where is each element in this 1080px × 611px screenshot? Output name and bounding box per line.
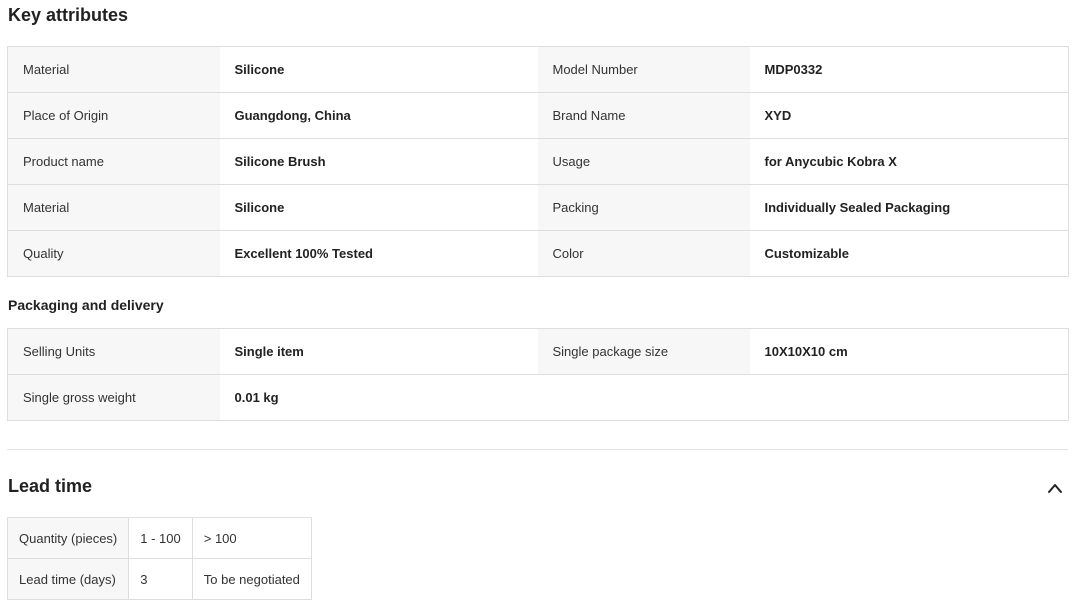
attribute-value: XYD bbox=[749, 92, 1069, 139]
table-row: Lead time (days) 3 To be negotiated bbox=[6, 558, 312, 600]
lead-days-label: Lead time (days) bbox=[6, 558, 130, 600]
quantity-label: Quantity (pieces) bbox=[6, 517, 130, 559]
attribute-value: for Anycubic Kobra X bbox=[749, 138, 1069, 185]
section-divider bbox=[7, 449, 1068, 450]
attribute-key: Place of Origin bbox=[7, 92, 220, 139]
packaging-delivery-title: Packaging and delivery bbox=[8, 297, 164, 313]
attribute-key: Quality bbox=[7, 230, 220, 277]
attribute-key: Selling Units bbox=[7, 328, 220, 375]
attribute-key: Single package size bbox=[537, 328, 750, 375]
attribute-key: Material bbox=[7, 184, 220, 231]
table-row: Quality Excellent 100% Tested Color Cust… bbox=[7, 230, 1069, 277]
attribute-value: Silicone bbox=[219, 46, 538, 93]
quantity-value: > 100 bbox=[191, 517, 312, 559]
attribute-value: Guangdong, China bbox=[219, 92, 538, 139]
chevron-up-icon[interactable] bbox=[1046, 481, 1064, 495]
empty-cell bbox=[749, 374, 1069, 421]
lead-time-title: Lead time bbox=[8, 476, 93, 496]
table-row: Material Silicone Model Number MDP0332 bbox=[7, 46, 1069, 93]
key-attributes-table: Material Silicone Model Number MDP0332 P… bbox=[7, 46, 1069, 277]
attribute-value: Customizable bbox=[749, 230, 1069, 277]
table-row: Material Silicone Packing Individually S… bbox=[7, 184, 1069, 231]
attribute-value: 0.01 kg bbox=[219, 374, 538, 421]
attribute-key: Product name bbox=[7, 138, 220, 185]
attribute-value: MDP0332 bbox=[749, 46, 1069, 93]
attribute-value: Silicone bbox=[219, 184, 538, 231]
attribute-key: Usage bbox=[537, 138, 750, 185]
key-attributes-title: Key attributes bbox=[8, 5, 129, 25]
lead-days-value: To be negotiated bbox=[191, 558, 312, 600]
attribute-value: 10X10X10 cm bbox=[749, 328, 1069, 375]
quantity-value: 1 - 100 bbox=[128, 517, 193, 559]
table-row: Selling Units Single item Single package… bbox=[7, 328, 1069, 375]
attribute-key: Single gross weight bbox=[7, 374, 220, 421]
empty-cell bbox=[537, 374, 750, 421]
table-row: Single gross weight 0.01 kg bbox=[7, 374, 1069, 421]
attribute-key: Color bbox=[537, 230, 750, 277]
attribute-value: Single item bbox=[219, 328, 538, 375]
table-row: Product name Silicone Brush Usage for An… bbox=[7, 138, 1069, 185]
attribute-key: Model Number bbox=[537, 46, 750, 93]
lead-days-value: 3 bbox=[128, 558, 193, 600]
packaging-delivery-table: Selling Units Single item Single package… bbox=[7, 328, 1069, 421]
attribute-key: Material bbox=[7, 46, 220, 93]
attribute-value: Individually Sealed Packaging bbox=[749, 184, 1069, 231]
lead-time-table: Quantity (pieces) 1 - 100 > 100 Lead tim… bbox=[6, 517, 312, 600]
attribute-value: Excellent 100% Tested bbox=[219, 230, 538, 277]
attribute-key: Brand Name bbox=[537, 92, 750, 139]
table-row: Quantity (pieces) 1 - 100 > 100 bbox=[6, 517, 312, 559]
table-row: Place of Origin Guangdong, China Brand N… bbox=[7, 92, 1069, 139]
attribute-value: Silicone Brush bbox=[219, 138, 538, 185]
attribute-key: Packing bbox=[537, 184, 750, 231]
